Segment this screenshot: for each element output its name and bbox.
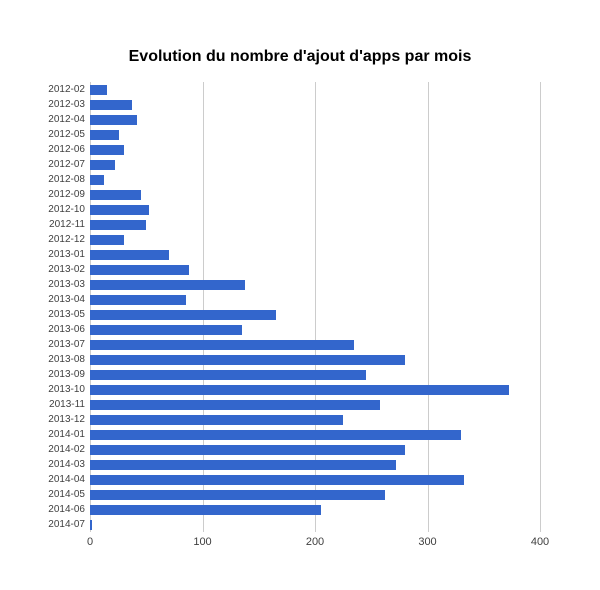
y-tick-label: 2013-08: [25, 355, 85, 365]
x-tick-label: 200: [306, 536, 324, 548]
y-tick-label: 2013-09: [25, 370, 85, 380]
y-tick-label: 2012-07: [25, 160, 85, 170]
bar: [90, 265, 189, 275]
bar: [90, 100, 132, 110]
plot-area: [90, 82, 540, 532]
y-tick-label: 2014-07: [25, 520, 85, 530]
x-tick-label: 400: [531, 536, 549, 548]
bar: [90, 130, 119, 140]
bar: [90, 445, 405, 455]
y-tick-label: 2012-06: [25, 145, 85, 155]
y-tick-label: 2014-05: [25, 490, 85, 500]
bar: [90, 190, 141, 200]
bar: [90, 370, 366, 380]
y-tick-label: 2014-02: [25, 445, 85, 455]
bar: [90, 145, 124, 155]
bar: [90, 85, 107, 95]
y-tick-label: 2014-03: [25, 460, 85, 470]
y-tick-label: 2014-06: [25, 505, 85, 515]
bar: [90, 385, 509, 395]
y-tick-label: 2013-10: [25, 385, 85, 395]
y-tick-label: 2012-12: [25, 235, 85, 245]
x-tick-label: 300: [418, 536, 436, 548]
bar: [90, 115, 137, 125]
y-tick-label: 2012-11: [25, 220, 85, 230]
y-tick-label: 2013-06: [25, 325, 85, 335]
bar: [90, 280, 245, 290]
y-tick-label: 2012-03: [25, 100, 85, 110]
y-tick-label: 2014-01: [25, 430, 85, 440]
chart-title: Evolution du nombre d'ajout d'apps par m…: [0, 48, 600, 66]
bar: [90, 430, 461, 440]
bar: [90, 520, 92, 530]
y-tick-label: 2013-12: [25, 415, 85, 425]
bar: [90, 400, 380, 410]
y-tick-label: 2013-11: [25, 400, 85, 410]
y-tick-label: 2013-02: [25, 265, 85, 275]
bar: [90, 460, 396, 470]
bar: [90, 250, 169, 260]
y-tick-label: 2012-10: [25, 205, 85, 215]
y-tick-label: 2013-04: [25, 295, 85, 305]
y-tick-label: 2012-08: [25, 175, 85, 185]
bar: [90, 295, 186, 305]
y-tick-label: 2013-05: [25, 310, 85, 320]
chart-container: Evolution du nombre d'ajout d'apps par m…: [0, 0, 600, 590]
bar: [90, 355, 405, 365]
bar: [90, 490, 385, 500]
bar: [90, 475, 464, 485]
y-tick-label: 2012-04: [25, 115, 85, 125]
bar: [90, 220, 146, 230]
x-tick-label: 0: [87, 536, 93, 548]
bar: [90, 310, 276, 320]
y-tick-label: 2013-07: [25, 340, 85, 350]
gridline: [428, 82, 429, 532]
y-tick-label: 2012-09: [25, 190, 85, 200]
y-tick-label: 2013-01: [25, 250, 85, 260]
y-tick-label: 2013-03: [25, 280, 85, 290]
bar: [90, 415, 343, 425]
bar: [90, 205, 149, 215]
bar: [90, 160, 115, 170]
bar: [90, 175, 104, 185]
y-tick-label: 2014-04: [25, 475, 85, 485]
bar: [90, 235, 124, 245]
bar: [90, 340, 354, 350]
y-tick-label: 2012-02: [25, 85, 85, 95]
gridline: [540, 82, 541, 532]
x-tick-label: 100: [193, 536, 211, 548]
bar: [90, 325, 242, 335]
bar: [90, 505, 321, 515]
y-tick-label: 2012-05: [25, 130, 85, 140]
